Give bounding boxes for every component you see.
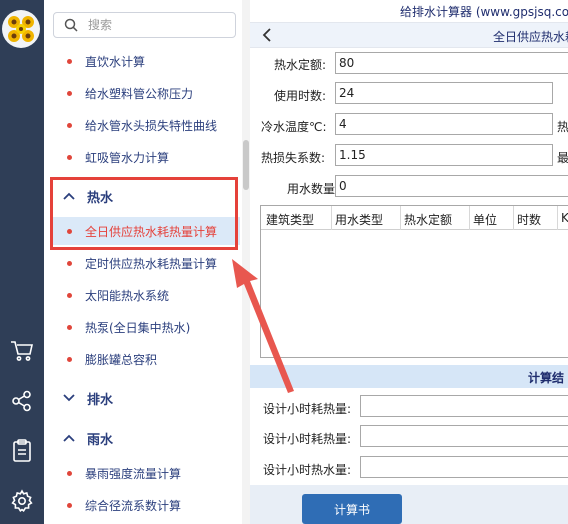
- sunflower-logo-icon: [2, 10, 40, 48]
- sidebar-item-label: 直饮水计算: [85, 54, 146, 69]
- annotation-arrow-icon: [232, 259, 294, 393]
- cold-temp-field[interactable]: [335, 113, 553, 135]
- table-header-cell: 单位: [473, 213, 498, 227]
- clipboard-icon[interactable]: [7, 437, 37, 465]
- chevron-up-icon: [63, 432, 75, 444]
- design-hour-heat2-label: 设计小时耗热量:: [263, 432, 352, 446]
- bullet-icon: [67, 260, 72, 266]
- table-header-cell: K: [561, 211, 568, 225]
- sidebar-item-label: 太阳能热水系统: [85, 288, 170, 303]
- heat-loss-label: 热损失系数:: [261, 151, 326, 165]
- sidebar-item-plastic-pipe-pressure[interactable]: 给水塑料管公称压力: [52, 79, 240, 107]
- bullet-icon: [67, 470, 72, 476]
- app-title: 给排水计算器 (www.gpsjsq.com): [400, 5, 568, 19]
- sidebar-item-direct-drinking-water[interactable]: 直饮水计算: [52, 47, 240, 75]
- bottom-action-bar: 计算书: [250, 485, 568, 524]
- column-divider: [557, 206, 558, 230]
- sidebar-item-label: 给水塑料管公称压力: [85, 86, 194, 101]
- cold-temp-suffix: 热: [557, 120, 568, 134]
- sidebar-item-storm-intensity[interactable]: 暴雨强度流量计算: [52, 459, 240, 487]
- group-rainwater[interactable]: 雨水: [52, 423, 240, 453]
- table-header-cell: 用水类型: [335, 213, 384, 227]
- table-header-cell: 时数: [517, 213, 542, 227]
- sidebar-item-label: 膨胀罐总容积: [85, 352, 158, 367]
- sidebar-item-label: 暴雨强度流量计算: [85, 466, 182, 481]
- bullet-icon: [67, 502, 72, 508]
- sidebar-item-label: 给水管水头损失特性曲线: [85, 118, 218, 133]
- column-divider: [513, 206, 514, 230]
- sidebar-item-scheduled-hot-water[interactable]: 定时供应热水耗热量计算: [52, 249, 240, 277]
- icon-rail: [0, 0, 44, 524]
- bullet-icon: [67, 154, 72, 160]
- settings-icon[interactable]: [7, 487, 37, 515]
- sidebar-item-heat-pump[interactable]: 热泵(全日集中热水): [52, 313, 240, 341]
- share-icon[interactable]: [7, 387, 37, 415]
- table-header-cell: 建筑类型: [266, 213, 315, 227]
- chevron-down-icon: [63, 392, 75, 404]
- group-label: 排水: [87, 392, 114, 408]
- sidebar-item-label: 虹吸管水力计算: [85, 150, 170, 165]
- column-divider: [469, 206, 470, 230]
- scrollbar-thumb[interactable]: [243, 140, 249, 190]
- table-header-cell: 热水定额: [404, 213, 453, 227]
- back-arrow-icon[interactable]: [262, 28, 272, 46]
- table-header: 建筑类型 用水类型 热水定额 单位 时数 K: [261, 206, 568, 230]
- bullet-icon: [67, 58, 72, 64]
- search-box[interactable]: [53, 12, 236, 38]
- column-divider: [400, 206, 401, 230]
- cart-icon[interactable]: [7, 337, 37, 365]
- water-usage-table[interactable]: 建筑类型 用水类型 热水定额 单位 时数 K: [260, 205, 568, 358]
- results-section-label: 计算结: [528, 371, 565, 385]
- bullet-icon: [67, 90, 72, 96]
- sidebar-item-runoff-coefficient[interactable]: 综合径流系数计算: [52, 491, 240, 519]
- users-label: 用水数量:: [287, 182, 340, 196]
- calc-book-button[interactable]: 计算书: [302, 494, 402, 524]
- quota-label: 热水定额:: [274, 58, 327, 72]
- group-label: 雨水: [87, 432, 114, 448]
- users-field[interactable]: [335, 175, 568, 197]
- search-input[interactable]: [88, 16, 228, 34]
- cold-temp-label: 冷水温度℃:: [261, 120, 327, 134]
- bullet-icon: [67, 292, 72, 298]
- sidebar-item-head-loss-curve[interactable]: 给水管水头损失特性曲线: [52, 111, 240, 139]
- annotation-highlight-box: [50, 177, 238, 250]
- design-hour-water-label: 设计小时热水量:: [263, 463, 352, 477]
- sidebar-item-siphon-calc[interactable]: 虹吸管水力计算: [52, 143, 240, 171]
- design-hour-water-field[interactable]: [360, 456, 568, 478]
- page-title: 全日供应热水耗热: [493, 30, 568, 44]
- design-hour-heat-label: 设计小时耗热量:: [263, 402, 352, 416]
- hours-field[interactable]: [335, 82, 553, 104]
- bullet-icon: [67, 324, 72, 330]
- bullet-icon: [67, 356, 72, 362]
- sidebar-item-expansion-tank[interactable]: 膨胀罐总容积: [52, 345, 240, 373]
- sidebar-item-label: 综合径流系数计算: [85, 498, 182, 513]
- sidebar-item-label: 热泵(全日集中热水): [85, 320, 191, 335]
- sidebar: 直饮水计算 给水塑料管公称压力 给水管水头损失特性曲线 虹吸管水力计算 热水 全…: [44, 0, 250, 524]
- column-divider: [331, 206, 332, 230]
- heat-loss-field[interactable]: [335, 144, 553, 166]
- heat-loss-suffix: 最: [557, 151, 568, 165]
- hours-label: 使用时数:: [274, 89, 327, 103]
- design-hour-heat2-field[interactable]: [360, 425, 568, 447]
- quota-field[interactable]: [335, 52, 568, 74]
- group-drainage[interactable]: 排水: [52, 383, 240, 413]
- search-icon: [64, 18, 78, 36]
- page-header: 全日供应热水耗热: [250, 22, 568, 48]
- design-hour-heat-field[interactable]: [360, 395, 568, 417]
- sidebar-item-label: 定时供应热水耗热量计算: [85, 256, 218, 271]
- sidebar-item-solar-hot-water[interactable]: 太阳能热水系统: [52, 281, 240, 309]
- bullet-icon: [67, 122, 72, 128]
